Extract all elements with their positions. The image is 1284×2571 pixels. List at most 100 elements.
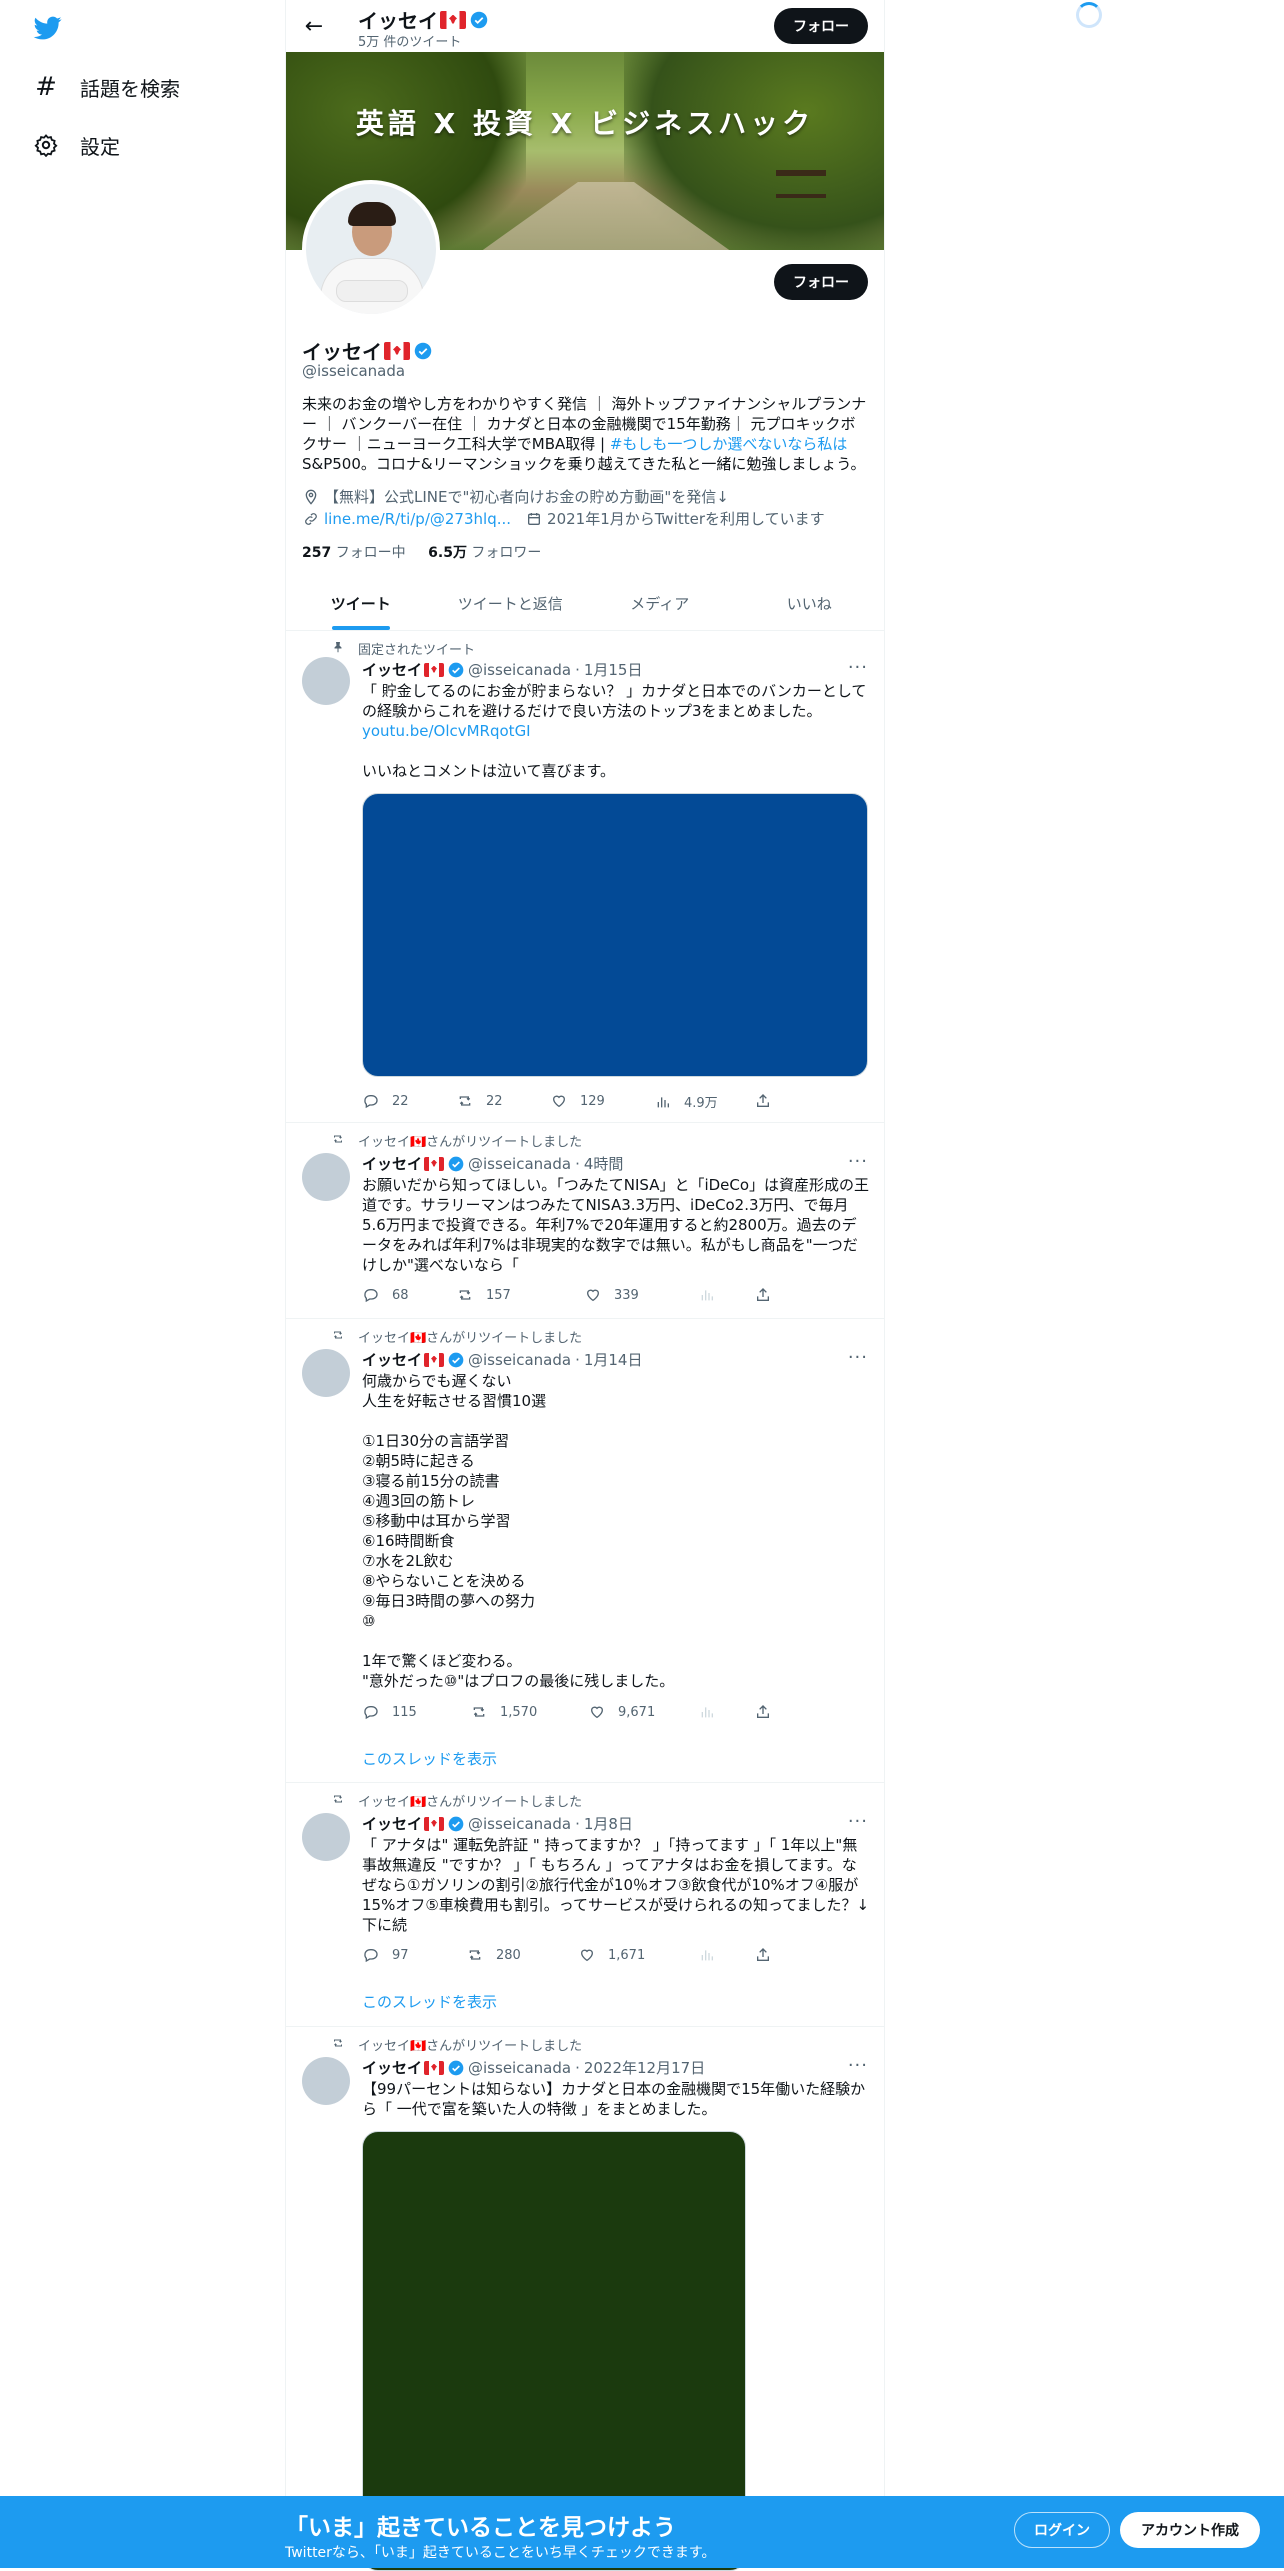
views-button[interactable] [698,1703,728,1721]
share-button[interactable] [754,1286,784,1304]
tweet-author-name[interactable]: イッセイ [362,1349,422,1370]
tweet-text: 何歳からでも遅くない 人生を好転させる習慣10選 ①1日30分の言語学習 ②朝5… [362,1372,675,1690]
tweet-date[interactable]: 1月15日 [584,659,643,680]
tweet-author-name[interactable]: イッセイ [362,2057,422,2078]
tweet-item[interactable]: 固定されたツイート イッセイ @isseicanada · 1月15日 ··· … [286,631,884,1123]
reply-button[interactable]: 97 [362,1946,409,1964]
header-follow-button[interactable]: フォロー [774,8,868,44]
following-link[interactable]: 257 フォロー中 [302,545,406,561]
tweet-date[interactable]: 1月14日 [584,1349,643,1370]
tweet-date[interactable]: 1月8日 [584,1813,633,1834]
tweet-avatar[interactable] [302,1349,350,1397]
tweet-avatar[interactable] [302,657,350,705]
reply-button[interactable]: 22 [362,1092,409,1110]
nav-explore[interactable]: # 話題を検索 [32,67,180,107]
twitter-bird-icon[interactable] [32,14,64,42]
like-count: 339 [614,1287,639,1303]
like-button[interactable]: 339 [584,1286,639,1304]
like-button[interactable]: 129 [550,1092,605,1110]
more-options-icon[interactable]: ··· [848,1811,868,1832]
tab-tweets-and-replies[interactable]: ツイートと返信 [436,578,586,630]
retweet-button[interactable]: 1,570 [470,1703,537,1721]
tweet-count: 5万 件のツイート [358,35,462,50]
context-text: イッセイ🇨🇦さんがリツイートしました [358,2039,583,2054]
tweet-date[interactable]: 4時間 [584,1153,624,1174]
tweet-body-2: いいねとコメントは泣いて喜びます。 [362,762,616,780]
retweet-icon [466,1946,484,1964]
verified-badge-icon [470,11,488,28]
signup-button[interactable]: アカウント作成 [1120,2512,1260,2548]
canada-flag-icon [424,1816,445,1831]
profile-name-text: イッセイ [302,340,382,364]
profile-url-link[interactable]: line.me/R/ti/p/@273hlq... [324,510,511,528]
tweet-handle[interactable]: @isseicanada [468,1351,571,1369]
signup-banner-subtitle: Twitterなら、「いま」起きていることをいち早くチェックできます。 [285,2545,716,2561]
share-button[interactable] [754,1946,784,1964]
views-button[interactable] [698,1946,728,1964]
retweet-button[interactable]: 22 [456,1092,503,1110]
tweet-handle[interactable]: @isseicanada [468,1815,571,1833]
reply-button[interactable]: 115 [362,1703,417,1721]
share-button[interactable] [754,1092,784,1110]
reply-icon [362,1703,380,1721]
tweet-handle[interactable]: @isseicanada [468,2059,571,2077]
tweet-header: イッセイ @isseicanada · 1月8日 [362,1813,633,1834]
signup-banner-title: 「いま」起きていることを見つけよう [285,2515,676,2541]
tweet-item[interactable]: イッセイ🇨🇦さんがリツイートしました イッセイ @isseicanada · 1… [286,1319,884,1783]
followers-label: フォロワー [471,545,542,561]
tweet-item[interactable]: イッセイ🇨🇦さんがリツイートしました イッセイ @isseicanada · 4… [286,1123,884,1319]
tweet-handle[interactable]: @isseicanada [468,1155,571,1173]
tweet-link[interactable]: youtu.be/OlcvMRqotGI [362,722,531,740]
tweet-author-name[interactable]: イッセイ [362,1153,422,1174]
context-text: イッセイ🇨🇦さんがリツイートしました [358,1331,583,1346]
bio-hashtag-link[interactable]: #もしも一つしか選べないなら私は [610,435,848,453]
tweet-header: イッセイ @isseicanada · 1月14日 [362,1349,642,1370]
tweet-item[interactable]: イッセイ🇨🇦さんがリツイートしました イッセイ @isseicanada · 1… [286,1783,884,2027]
tweet-author-name[interactable]: イッセイ [362,1813,422,1834]
more-options-icon[interactable]: ··· [848,1347,868,1368]
views-button[interactable] [698,1286,728,1304]
more-options-icon[interactable]: ··· [848,657,868,678]
followers-link[interactable]: 6.5万 フォロワー [428,545,541,561]
more-options-icon[interactable]: ··· [848,1151,868,1172]
show-thread-link[interactable]: このスレッドを表示 [362,1748,497,1769]
tweet-avatar[interactable] [302,1153,350,1201]
tweet-avatar[interactable] [302,1813,350,1861]
retweet-context: イッセイ🇨🇦さんがリツイートしました [330,2035,582,2054]
tweet-item[interactable]: イッセイ🇨🇦さんがリツイートしました イッセイ @isseicanada · 2… [286,2027,884,2571]
like-button[interactable]: 1,671 [578,1946,645,1964]
profile-follow-button[interactable]: フォロー [774,264,868,300]
reply-icon [362,1286,380,1304]
verified-badge-icon [414,342,432,359]
like-button[interactable]: 9,671 [588,1703,655,1721]
tweet-author-name[interactable]: イッセイ [362,659,422,680]
link-icon [302,510,320,528]
login-button[interactable]: ログイン [1014,2512,1110,2548]
share-button[interactable] [754,1703,784,1721]
profile-avatar[interactable] [302,180,440,318]
retweet-button[interactable]: 280 [466,1946,521,1964]
tweet-handle[interactable]: @isseicanada [468,661,571,679]
tweet-text: 「 アナタは" 運転免許証 " 持ってますか？ 」「持ってます 」「 1年以上"… [362,1836,870,1934]
more-options-icon[interactable]: ··· [848,2055,868,2076]
banner-bench [776,170,826,198]
separator-dot: · [575,1154,580,1173]
show-thread-link[interactable]: このスレッドを表示 [362,1991,497,2012]
tab-likes[interactable]: いいね [735,578,885,630]
nav-settings[interactable]: 設定 [32,125,120,165]
tweet-date[interactable]: 2022年12月17日 [584,2057,705,2078]
header-name-text: イッセイ [358,9,438,33]
profile-column: ← イッセイ 5万 件のツイート フォロー 英語 X 投資 X ビジネスハック … [285,0,885,2571]
tweet-media-video[interactable] [362,793,868,1077]
canada-flag-icon [424,662,445,677]
retweet-button[interactable]: 157 [456,1286,511,1304]
canada-flag-icon [440,10,466,29]
tweet-avatar[interactable] [302,2057,350,2105]
back-arrow-icon[interactable]: ← [300,12,328,40]
tab-media[interactable]: メディア [585,578,735,630]
views-button[interactable]: 4.9万 [654,1092,718,1111]
tab-tweets[interactable]: ツイート [286,578,436,630]
analytics-icon [698,1946,716,1964]
reply-button[interactable]: 68 [362,1286,409,1304]
tweet-header: イッセイ @isseicanada · 2022年12月17日 [362,2057,705,2078]
